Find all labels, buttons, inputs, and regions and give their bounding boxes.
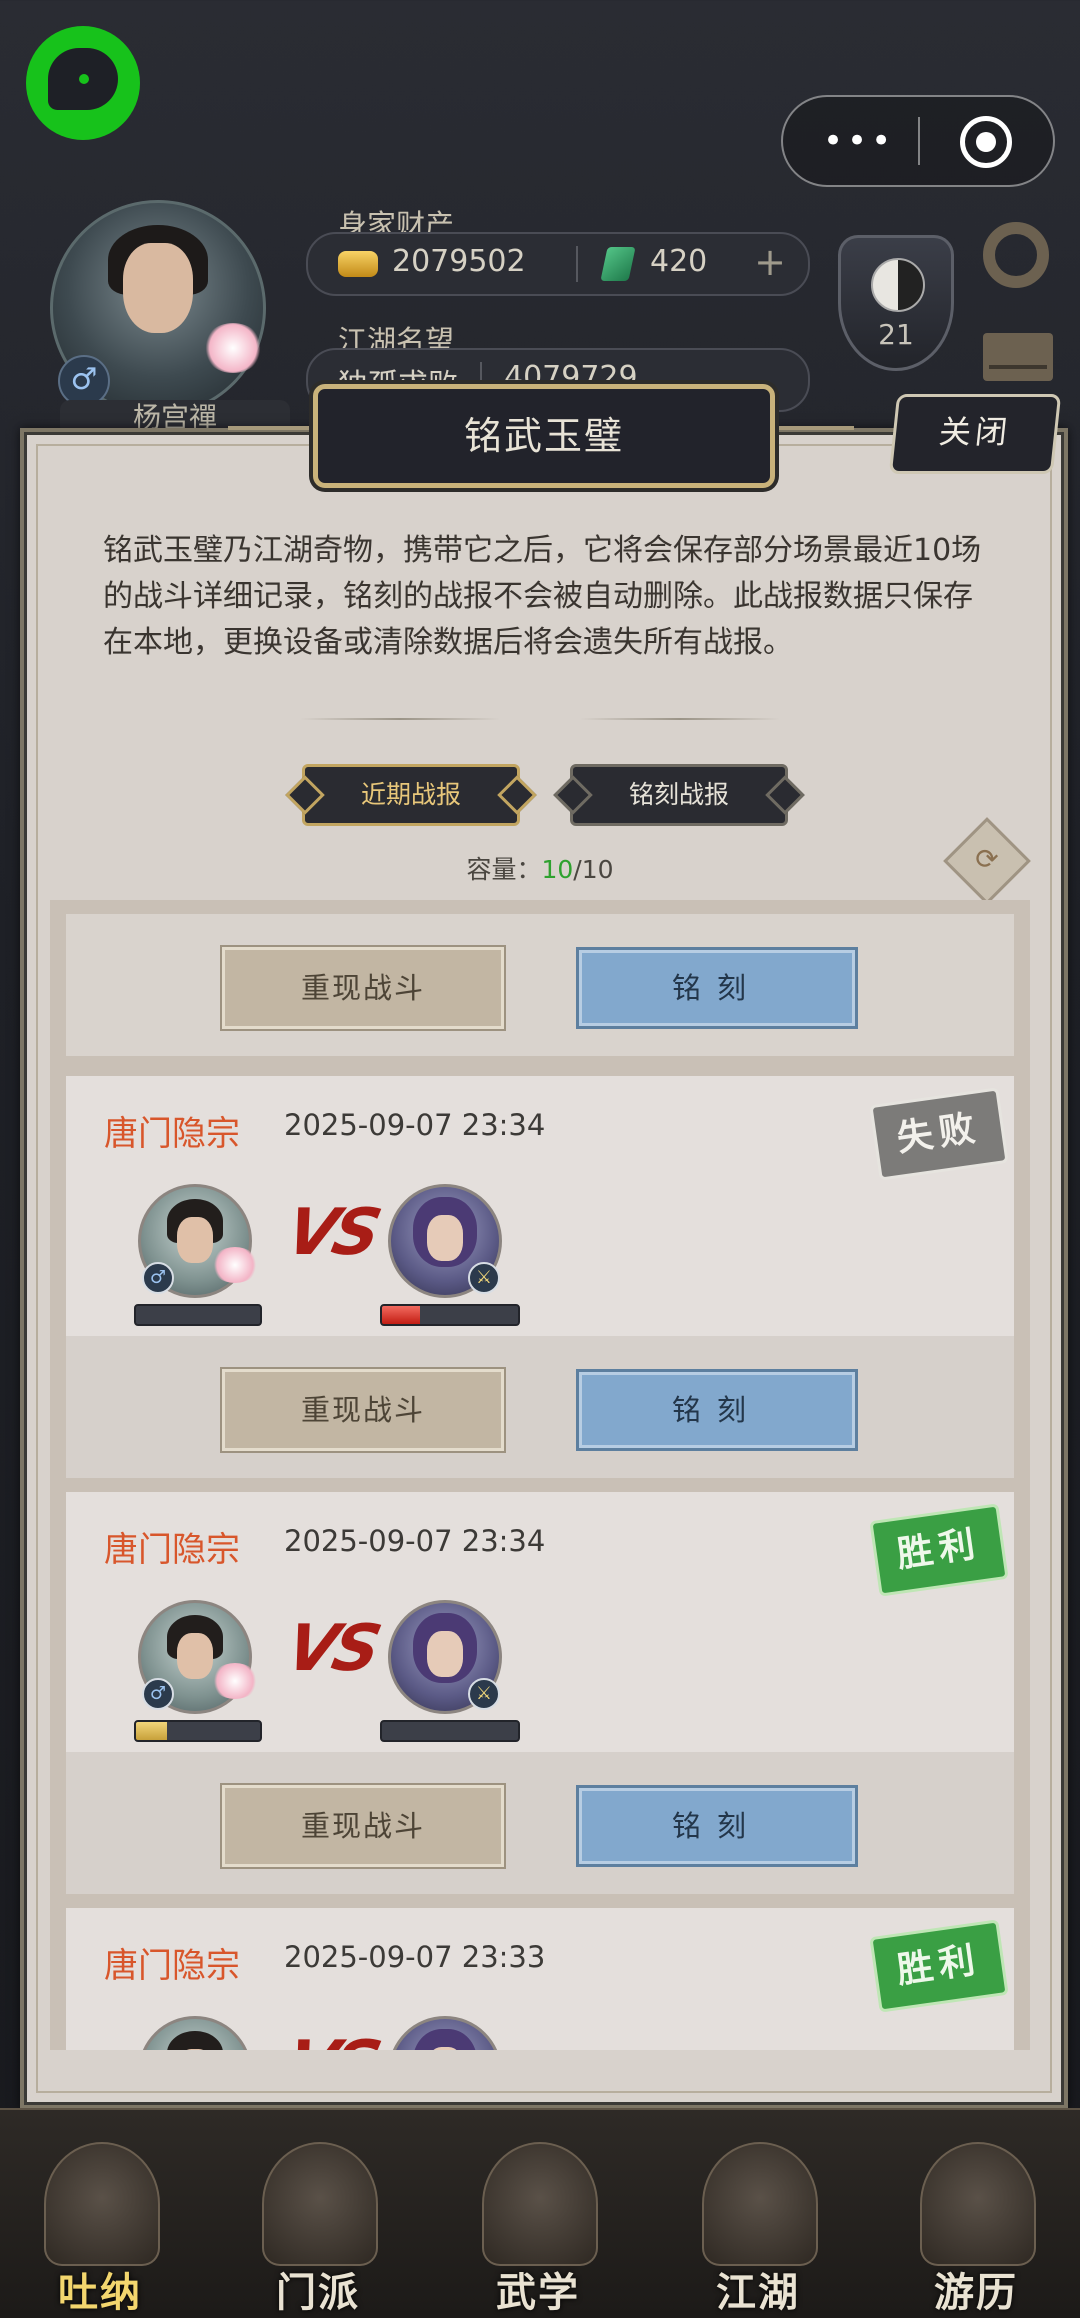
title-flourish-right <box>764 426 854 430</box>
nav-item-tuna[interactable]: 吐纳 <box>30 2130 170 2316</box>
mini-program-capsule: ••• <box>781 95 1055 187</box>
nav-item-travel[interactable]: 游历 <box>906 2130 1046 2316</box>
dialog-description: 铭武玉璧乃江湖奇物，携带它之后，它将会保存部分场景最近10场的战斗详细记录，铭刻… <box>103 533 982 660</box>
gold-ingot-icon <box>338 251 378 277</box>
dialog-title-plate: 铭武玉璧 <box>313 384 775 488</box>
gold-value: 2079502 <box>392 244 526 279</box>
wealth-bar: 2079502 420 + <box>306 232 810 296</box>
avatar <box>138 2016 252 2050</box>
male-icon: ♂ <box>142 1678 174 1710</box>
capacity-current: 10 <box>541 855 574 884</box>
nav-item-sect[interactable]: 门派 <box>248 2130 388 2316</box>
list-item: 唐门隐宗 2025-09-07 23:33 胜利 VS <box>66 1908 1014 2050</box>
book-icon <box>482 2142 598 2266</box>
more-dots-icon[interactable]: ••• <box>823 124 895 158</box>
result-stamp: 胜利 <box>869 1503 1009 1597</box>
sect-name: 唐门隐宗 <box>104 1530 240 1570</box>
battle-time: 2025-09-07 23:34 <box>284 1524 546 1558</box>
jade-icon <box>600 247 636 281</box>
vs-mark: VS <box>280 1612 384 1686</box>
tab-engraved-records[interactable]: 铭刻战报 <box>570 764 788 826</box>
result-stamp: 失败 <box>869 1087 1009 1181</box>
dialog-title: 铭武玉璧 <box>463 414 624 458</box>
meditation-icon <box>44 2142 160 2266</box>
list-item: 唐门隐宗 2025-09-07 23:34 失败 ♂ VS ⚔ 重现战斗 铭刻 <box>66 1076 1014 1478</box>
engrave-button[interactable]: 铭刻 <box>576 1369 858 1451</box>
gear-icon[interactable] <box>983 222 1049 288</box>
vs-mark: VS <box>280 2028 383 2050</box>
result-stamp: 胜利 <box>869 1919 1009 2013</box>
plus-icon[interactable]: + <box>754 240 786 284</box>
weapon-icon: ⚔ <box>468 1678 500 1710</box>
nav-label: 江湖 <box>716 2270 800 2316</box>
nav-item-jianghu[interactable]: 江湖 <box>688 2130 828 2316</box>
replay-battle-button[interactable]: 重现战斗 <box>222 947 504 1029</box>
enemy-hp-bar <box>380 1304 520 1326</box>
chat-bubble-icon[interactable] <box>26 26 140 140</box>
bamboo-hat-icon <box>702 2142 818 2266</box>
nav-label: 门派 <box>276 2270 360 2316</box>
avatar <box>388 2016 502 2050</box>
tab-recent-records[interactable]: 近期战报 <box>302 764 520 826</box>
nav-label: 吐纳 <box>58 2270 142 2316</box>
bottom-nav: 吐纳 门派 武学 江湖 游历 <box>0 2108 1080 2318</box>
list-item: 唐门隐宗 2025-09-07 23:34 胜利 ♂ VS ⚔ 重现战斗 铭刻 <box>66 1492 1014 1894</box>
nav-item-martial-arts[interactable]: 武学 <box>468 2130 608 2316</box>
battle-time: 2025-09-07 23:33 <box>284 1940 546 1974</box>
target-icon[interactable] <box>960 116 1012 168</box>
replay-battle-button[interactable]: 重现战斗 <box>222 1369 504 1451</box>
nav-label: 武学 <box>496 2270 580 2316</box>
sect-name: 唐门隐宗 <box>104 1946 240 1986</box>
list-item: 重现战斗 铭刻 <box>66 914 1014 1056</box>
mail-icon[interactable] <box>983 333 1053 381</box>
enemy-hp-bar <box>380 1720 520 1742</box>
engrave-button[interactable]: 铭刻 <box>576 1785 858 1867</box>
horse-icon <box>920 2142 1036 2266</box>
capacity-max: /10 <box>573 855 614 884</box>
vs-mark: VS <box>280 1196 384 1270</box>
capsule-divider <box>918 117 920 165</box>
divider-right <box>580 718 780 720</box>
level-badge[interactable]: 21 <box>838 235 954 371</box>
sect-name: 唐门隐宗 <box>104 1114 240 1154</box>
capacity-indicator: 容量：10/10 <box>0 850 1080 886</box>
close-button[interactable]: 关闭 <box>888 394 1062 474</box>
player-hp-bar <box>134 1304 262 1326</box>
male-icon: ♂ <box>142 1262 174 1294</box>
level-number: 21 <box>878 318 914 351</box>
replay-battle-button[interactable]: 重现战斗 <box>222 1785 504 1867</box>
player-hp-bar <box>134 1720 262 1742</box>
yinyang-icon <box>871 258 925 312</box>
refresh-icon: ⟳ <box>975 842 999 876</box>
divider-left <box>300 718 500 720</box>
engrave-button[interactable]: 铭刻 <box>576 947 858 1029</box>
battle-record-list[interactable]: 重现战斗 铭刻 唐门隐宗 2025-09-07 23:34 失败 ♂ VS ⚔ … <box>50 900 1030 2050</box>
weapon-icon: ⚔ <box>468 1262 500 1294</box>
title-flourish-left <box>228 426 318 430</box>
battle-time: 2025-09-07 23:34 <box>284 1108 546 1142</box>
jade-value: 420 <box>650 244 708 279</box>
banner-icon <box>262 2142 378 2266</box>
nav-label: 游历 <box>934 2270 1018 2316</box>
capacity-label: 容量： <box>466 855 542 884</box>
